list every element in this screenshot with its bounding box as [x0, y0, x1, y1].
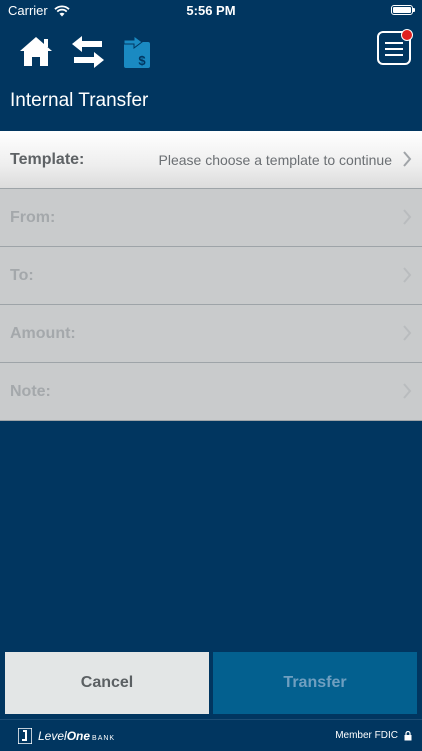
from-label: From: — [10, 209, 56, 226]
page-title: Internal Transfer — [10, 90, 149, 111]
template-value: Please choose a template to continue — [158, 152, 393, 168]
footer: LevelOne BANK Member FDIC — [0, 719, 422, 751]
swap-arrows-icon[interactable] — [68, 32, 108, 72]
brand-one: One — [66, 729, 91, 743]
to-row[interactable]: To: — [0, 247, 422, 305]
from-row[interactable]: From: — [0, 189, 422, 247]
amount-label: Amount: — [10, 325, 76, 342]
template-label: Template: — [10, 151, 85, 168]
transfer-button[interactable]: Transfer — [213, 652, 417, 714]
notification-badge — [401, 29, 413, 41]
transfer-dollar-icon[interactable]: $ — [118, 32, 158, 72]
menu-icon — [385, 42, 403, 60]
home-icon[interactable] — [16, 32, 56, 72]
chevron-right-icon — [403, 151, 412, 167]
note-row[interactable]: Note: — [0, 363, 422, 421]
brand-level: Level — [38, 729, 67, 743]
amount-row[interactable]: Amount: — [0, 305, 422, 363]
lock-icon — [404, 730, 412, 740]
chevron-right-icon — [403, 383, 412, 399]
svg-text:$: $ — [138, 53, 146, 68]
menu-button[interactable] — [377, 29, 413, 65]
member-fdic-label: Member FDIC — [335, 730, 398, 741]
chevron-right-icon — [403, 267, 412, 283]
brand-bank: BANK — [92, 735, 116, 742]
chevron-right-icon — [403, 209, 412, 225]
note-label: Note: — [10, 383, 51, 400]
template-row[interactable]: Template: Please choose a template to co… — [0, 131, 422, 189]
cancel-button[interactable]: Cancel — [5, 652, 209, 714]
transfer-form: Template: Please choose a template to co… — [0, 131, 422, 421]
levelone-logo: LevelOne BANK — [18, 728, 115, 744]
levelone-logo-icon — [18, 728, 32, 744]
to-label: To: — [10, 267, 34, 284]
chevron-right-icon — [403, 325, 412, 341]
status-bar: Carrier 5:56 PM — [0, 0, 422, 22]
status-time: 5:56 PM — [186, 3, 236, 18]
battery-icon — [391, 5, 415, 15]
